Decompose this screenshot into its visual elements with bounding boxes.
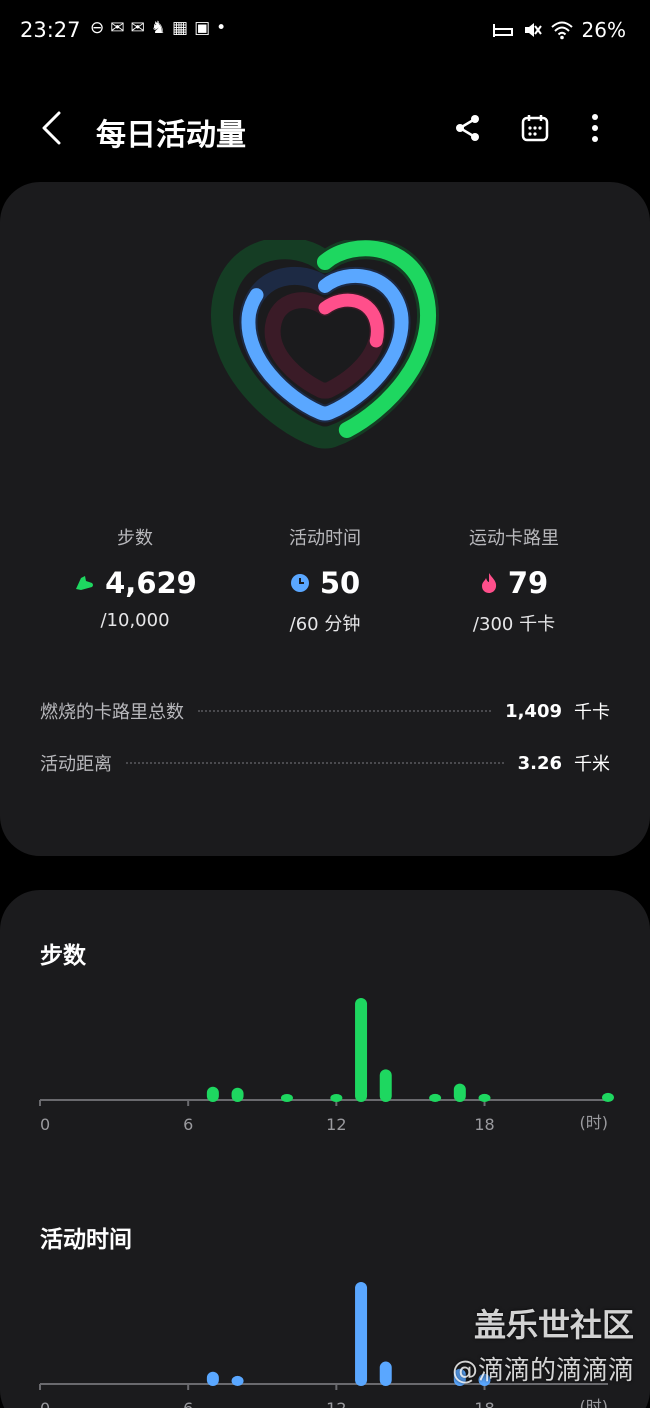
hour-bar[interactable] <box>355 998 368 1102</box>
hour-bar[interactable] <box>355 1282 368 1386</box>
x-tick-label: 12 <box>326 1115 346 1134</box>
activity-heart-rings <box>210 240 440 449</box>
x-tick-label: 12 <box>326 1399 346 1408</box>
hour-bar[interactable] <box>206 1086 219 1102</box>
active-time-stat[interactable]: 活动时间 50 /60 分钟 <box>225 524 425 636</box>
steps-hourly-chart: 0 6 12 18 (时) <box>39 998 614 1134</box>
hour-bar[interactable] <box>602 1092 614 1102</box>
share-icon <box>456 115 479 141</box>
wechat-icon: ✉ <box>130 18 145 38</box>
steps-label: 步数 <box>117 528 153 549</box>
distance-label: 活动距离 <box>40 754 112 775</box>
calendar-button[interactable] <box>513 106 557 150</box>
share-button[interactable] <box>446 106 490 150</box>
x-unit-label: (时) <box>580 1397 609 1408</box>
hour-bar[interactable] <box>379 1069 392 1102</box>
hour-bar[interactable] <box>231 1087 244 1102</box>
active-time-goal: /60 分钟 <box>289 614 361 635</box>
x-tick-label: 6 <box>183 1399 193 1408</box>
hour-bar[interactable] <box>453 1083 466 1102</box>
hour-bar[interactable] <box>429 1093 442 1102</box>
total-calories-value: 1,409 <box>505 700 562 722</box>
x-unit-label: (时) <box>580 1113 609 1132</box>
x-tick-label: 18 <box>474 1399 494 1408</box>
total-calories-unit: 千卡 <box>574 702 610 723</box>
active-time-chart-title: 活动时间 <box>40 1227 132 1253</box>
wechat-icon: ✉ <box>110 18 125 38</box>
dotted-leader <box>198 710 492 712</box>
more-options-button[interactable] <box>573 106 617 150</box>
steps-chart-title: 步数 <box>40 943 86 969</box>
total-calories-row: 燃烧的卡路里总数 1,409 千卡 <box>40 696 610 726</box>
watermark-community: 盖乐世社区 <box>473 1306 634 1344</box>
shoe-icon <box>76 576 94 590</box>
x-tick-label: 6 <box>183 1115 193 1134</box>
daily-summary-card[interactable]: 步数 4,629 /10,000 活动时间 50 /60 分钟 运动卡路里 79… <box>0 182 650 856</box>
chevron-left-icon <box>42 111 61 145</box>
distance-row: 活动距离 3.26 千米 <box>40 748 610 778</box>
hour-bar[interactable] <box>231 1375 244 1386</box>
steps-value: 4,629 <box>105 566 197 600</box>
flame-icon <box>481 573 496 593</box>
mute-icon <box>524 23 542 37</box>
more-notifications-icon: • <box>216 18 227 38</box>
dotted-leader <box>126 762 504 764</box>
hour-bar[interactable] <box>330 1094 343 1102</box>
page-title: 每日活动量 <box>96 118 246 153</box>
wifi-icon <box>550 21 573 40</box>
back-button[interactable] <box>30 106 74 150</box>
watermark-author: @滴滴的滴滴滴 <box>451 1356 634 1386</box>
steps-goal: /10,000 <box>100 610 170 631</box>
system-status: 26% <box>492 18 626 42</box>
app-header: 每日活动量 <box>0 96 650 160</box>
hour-bar[interactable] <box>478 1093 491 1102</box>
more-vertical-icon <box>592 114 598 142</box>
clock-icon <box>290 574 309 592</box>
nfc-icon <box>492 24 513 37</box>
hour-bar[interactable] <box>379 1361 392 1386</box>
exercise-calories-label: 运动卡路里 <box>469 528 559 549</box>
x-tick-label: 0 <box>40 1115 50 1134</box>
exercise-calories-goal: /300 千卡 <box>472 614 556 635</box>
status-time: 23:27 <box>20 18 81 42</box>
x-tick-label: 0 <box>40 1399 50 1408</box>
total-calories-label: 燃烧的卡路里总数 <box>40 702 184 723</box>
status-bar: 23:27 ⊖ ✉ ✉ ♞ ▦ ▣ • 26% <box>0 0 650 64</box>
active-time-value: 50 <box>319 566 361 600</box>
hour-bar[interactable] <box>280 1094 293 1102</box>
notification-icons: ⊖ ✉ ✉ ♞ ▦ ▣ • <box>90 18 226 38</box>
x-tick-label: 18 <box>474 1115 494 1134</box>
distance-unit: 千米 <box>574 754 610 775</box>
distance-value: 3.26 <box>517 752 562 774</box>
battery-level: 26% <box>581 18 626 42</box>
steps-stat[interactable]: 步数 4,629 /10,000 <box>35 524 235 631</box>
app-notification-icon: ▦ <box>172 18 189 38</box>
hour-bar[interactable] <box>206 1371 219 1386</box>
dnd-icon: ⊖ <box>90 18 105 38</box>
exercise-calories-value: 79 <box>507 566 549 600</box>
exercise-calories-stat[interactable]: 运动卡路里 79 /300 千卡 <box>414 524 614 636</box>
app-notification-icon: ♞ <box>150 18 166 38</box>
gallery-icon: ▣ <box>194 18 211 38</box>
active-time-label: 活动时间 <box>289 528 361 549</box>
calendar-icon <box>521 115 549 142</box>
